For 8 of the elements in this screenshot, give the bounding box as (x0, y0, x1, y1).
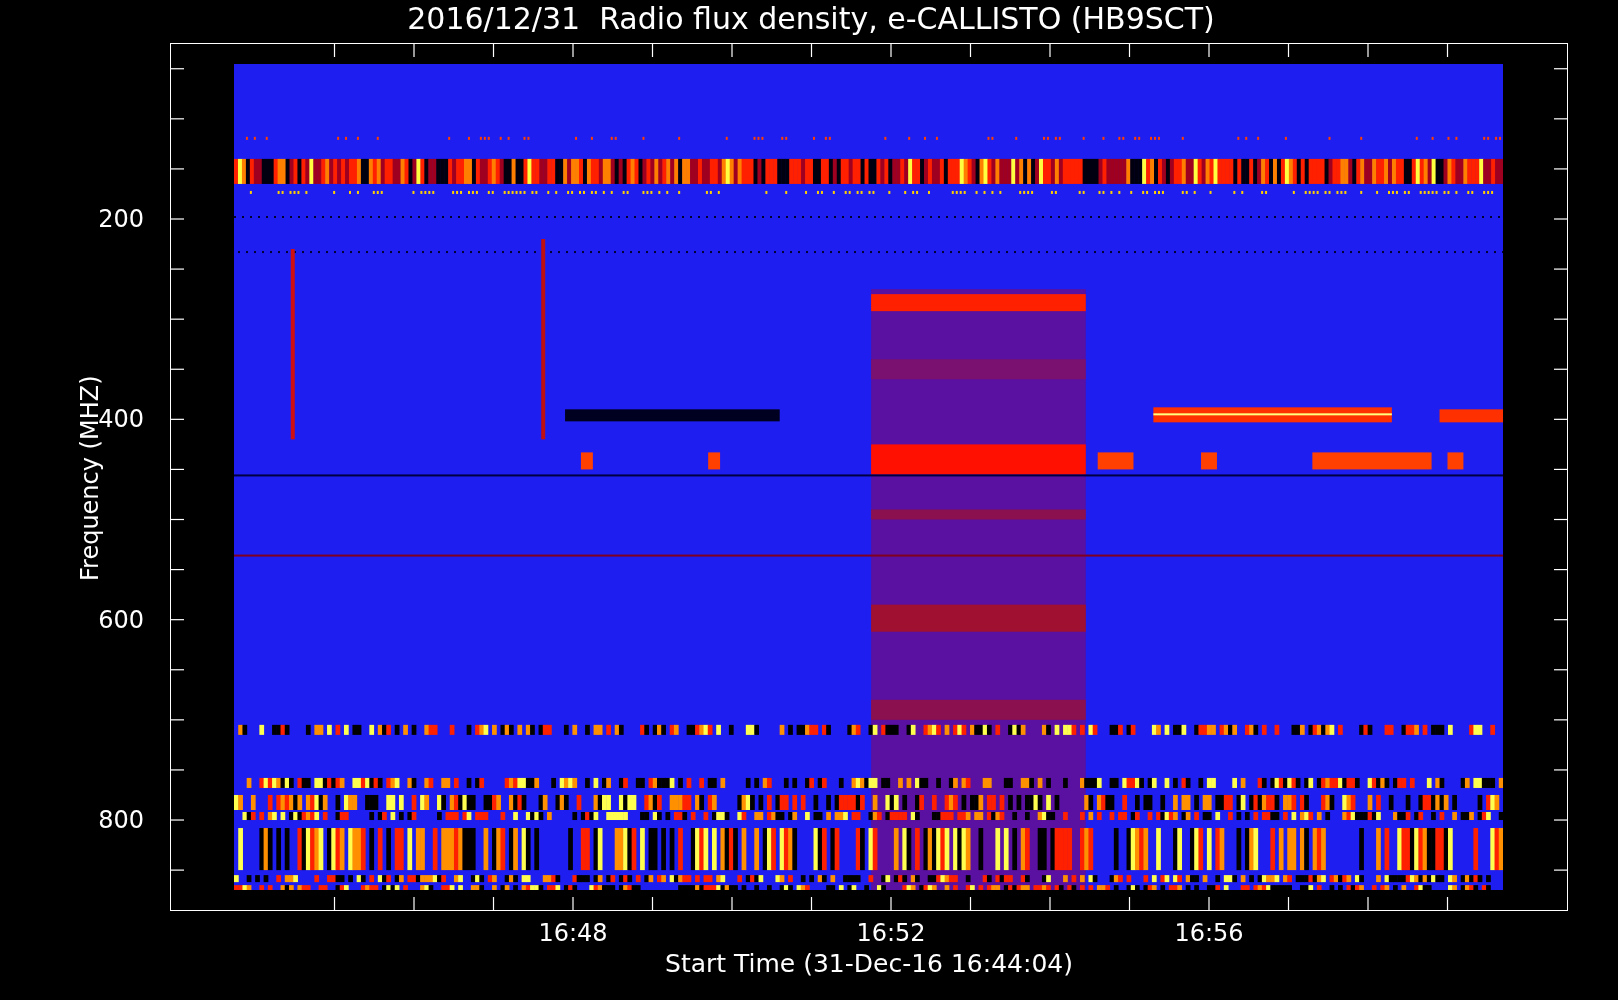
x-axis-title: Start Time (31-Dec-16 16:44:04) (664, 949, 1074, 979)
x-tick-label: 16:48 (537, 919, 609, 947)
y-tick-label: 800 (97, 806, 144, 834)
x-tick-label: 16:56 (1173, 919, 1245, 947)
x-tick-label: 16:52 (855, 919, 927, 947)
y-tick-label: 200 (97, 205, 144, 233)
y-tick-label: 600 (97, 605, 144, 634)
plot-title: 2016/12/31 Radio flux density, e-CALLISTO (HB9SCT) (407, 0, 1215, 38)
